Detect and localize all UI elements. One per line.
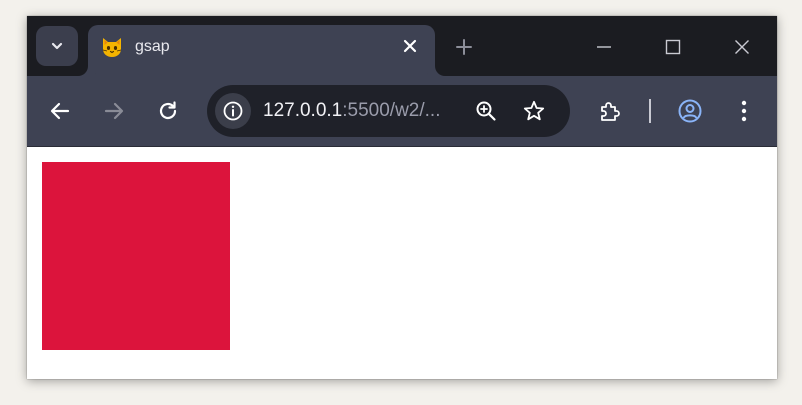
tab-active[interactable]: gsap (88, 25, 435, 76)
info-icon (223, 101, 243, 121)
address-bar[interactable]: 127.0.0.1:5500/w2/... (207, 85, 570, 137)
bookmark-button[interactable] (521, 98, 547, 124)
star-icon (523, 100, 545, 121)
forward-arrow-icon (104, 102, 124, 120)
window-close-icon (735, 40, 749, 54)
new-tab-button[interactable] (452, 35, 476, 59)
url-host: 127.0.0.1 (263, 100, 343, 121)
reload-button[interactable] (155, 98, 181, 124)
window-close-button[interactable] (729, 34, 755, 60)
extensions-button[interactable] (597, 98, 623, 124)
tab-close-button[interactable] (399, 35, 421, 57)
animated-box (42, 162, 230, 350)
back-arrow-icon (50, 102, 70, 120)
back-button[interactable] (47, 98, 73, 124)
zoom-in-icon (476, 101, 496, 121)
zoom-button[interactable] (473, 98, 499, 124)
menu-button[interactable] (731, 98, 757, 124)
site-info-button[interactable] (215, 93, 251, 129)
plus-icon (456, 39, 472, 55)
browser-window: gsap 127.0.0.1:5500/w2/... (27, 16, 777, 379)
tab-search-button[interactable] (36, 26, 78, 66)
minimize-button[interactable] (591, 34, 617, 60)
url-text[interactable]: 127.0.0.1:5500/w2/... (263, 100, 440, 122)
cat-face-icon (102, 38, 122, 57)
profile-icon (678, 99, 702, 123)
maximize-icon (665, 39, 681, 55)
profile-button[interactable] (677, 98, 703, 124)
toolbar-separator (649, 99, 651, 123)
maximize-button[interactable] (660, 34, 686, 60)
tab-title: gsap (135, 38, 170, 55)
puzzle-icon (601, 102, 620, 121)
close-icon (403, 39, 417, 53)
reload-icon (159, 101, 177, 120)
toolbar: 127.0.0.1:5500/w2/... (27, 76, 777, 146)
minimize-icon (597, 46, 611, 48)
url-path: :5500/w2/... (342, 100, 441, 121)
tab-strip: gsap (27, 16, 777, 76)
more-vert-icon (741, 100, 747, 122)
forward-button[interactable] (101, 98, 127, 124)
chevron-down-icon (51, 42, 63, 50)
page-content (27, 146, 777, 379)
